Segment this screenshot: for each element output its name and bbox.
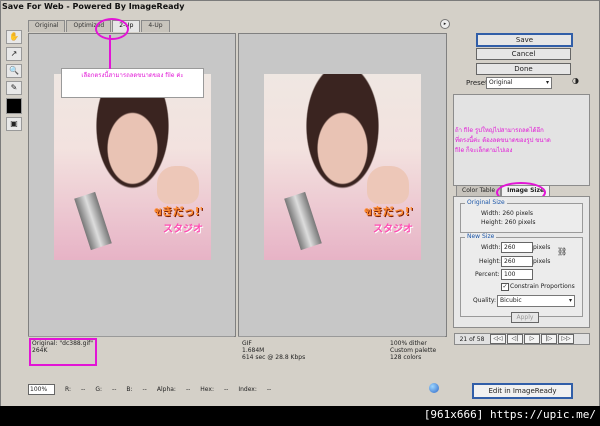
image-overlay-text-1: ขきだっ!' bbox=[364, 205, 413, 218]
highlight-box-original bbox=[29, 338, 97, 366]
annotation-right-line-1: ถ้า file รูปใหญ่ไปสามารถลดได้อีก bbox=[455, 127, 544, 134]
green-label: G: bbox=[95, 385, 103, 393]
colors-text: 128 colors bbox=[390, 354, 422, 361]
hex-label: Hex: bbox=[200, 385, 214, 393]
original-width: Width: 260 pixels bbox=[481, 210, 534, 217]
last-frame-icon[interactable]: ▷▷ bbox=[558, 334, 574, 344]
annotation-pointer-line bbox=[109, 35, 111, 69]
green-value: -- bbox=[112, 385, 117, 393]
annotation-right: ถ้า file รูปใหญ่ไปสามารถลดได้อีก ที่ตรงน… bbox=[455, 126, 586, 166]
image-size-panel: Original Size Width: 260 pixels Height: … bbox=[453, 196, 590, 328]
done-button[interactable]: Done bbox=[476, 63, 571, 75]
save-button[interactable]: Save bbox=[476, 33, 573, 47]
dither-text: 100% dither bbox=[390, 340, 427, 347]
index-label: Index: bbox=[238, 385, 257, 393]
edit-in-imageready-button[interactable]: Edit in ImageReady bbox=[472, 383, 573, 399]
status-bar: 100% R: -- G: -- B: -- Alpha: -- Hex: --… bbox=[28, 383, 458, 395]
height-input[interactable]: 260 bbox=[501, 256, 533, 267]
format-text: GIF bbox=[242, 340, 252, 347]
image-overlay-text-2: スタジオ bbox=[163, 224, 203, 235]
constrain-proportions-label: Constrain Proportions bbox=[510, 283, 575, 290]
panel-menu-icon[interactable]: ▸ bbox=[440, 19, 450, 29]
percent-input[interactable]: 100 bbox=[501, 269, 533, 280]
hand-image-part bbox=[367, 166, 409, 204]
blue-label: B: bbox=[126, 385, 133, 393]
image-overlay-text-2: スタジオ bbox=[373, 224, 413, 235]
hand-tool-icon[interactable]: ✋ bbox=[6, 30, 22, 44]
foreground-swatch-icon[interactable] bbox=[6, 98, 22, 114]
constrain-proportions-checkbox[interactable]: ✓ bbox=[501, 283, 509, 291]
annotation-right-line-3: file ก็จะเล็กตามไปเอง bbox=[455, 147, 513, 154]
optimized-size: 1.684M bbox=[242, 347, 265, 354]
download-time: 614 sec @ 28.8 Kbps bbox=[242, 354, 306, 361]
tool-palette: ✋ ↗ 🔍 ✎ ▣ bbox=[6, 30, 22, 131]
previous-frame-icon[interactable]: ◁| bbox=[507, 334, 523, 344]
new-size-group: New Size Width: 260 pixels Height: 260 p… bbox=[460, 233, 583, 317]
optimized-info: GIF 1.684M 614 sec @ 28.8 Kbps 100% dith… bbox=[238, 336, 445, 367]
preset-row: Preset: Original ▾ ◑ bbox=[466, 76, 590, 91]
original-size-legend: Original Size bbox=[465, 199, 507, 206]
height-label: Height: bbox=[479, 258, 501, 265]
zoom-value: 100% bbox=[30, 385, 48, 393]
preset-select[interactable]: Original ▾ bbox=[486, 77, 552, 89]
quality-label: Quality: bbox=[473, 297, 497, 304]
hand-image-part bbox=[157, 166, 199, 204]
preset-menu-icon[interactable]: ◑ bbox=[572, 76, 579, 85]
cancel-button[interactable]: Cancel bbox=[476, 48, 571, 60]
quality-select[interactable]: Bicubic ▾ bbox=[497, 295, 575, 307]
zoom-tool-icon[interactable]: 🔍 bbox=[6, 64, 22, 78]
hex-value: -- bbox=[223, 385, 229, 393]
original-height: Height: 260 pixels bbox=[481, 219, 536, 226]
height-unit: pixels bbox=[533, 258, 551, 265]
preset-value: Original bbox=[489, 79, 513, 86]
microphone-image-part bbox=[284, 191, 322, 251]
tab-4-up[interactable]: 4-Up bbox=[141, 20, 170, 32]
percent-label: Percent: bbox=[475, 271, 500, 278]
watermark-text: [961x666] https://upic.me/ bbox=[423, 408, 596, 421]
image-overlay-text-1: ขきだっ!' bbox=[154, 205, 203, 218]
width-input[interactable]: 260 bbox=[501, 242, 533, 253]
apply-button[interactable]: Apply bbox=[511, 312, 539, 323]
eyedropper-tool-icon[interactable]: ✎ bbox=[6, 81, 22, 95]
next-frame-icon[interactable]: |▷ bbox=[541, 334, 557, 344]
red-label: R: bbox=[65, 385, 72, 393]
annotation-right-line-2: ที่ตรงนี้ค่ะ ต้องลดขนาดของรูป ขนาด bbox=[455, 137, 551, 144]
tab-color-table[interactable]: Color Table bbox=[456, 185, 502, 196]
optimized-image-preview: ขきだっ!' スタジオ bbox=[264, 74, 421, 260]
chevron-down-icon: ▾ bbox=[568, 297, 572, 304]
width-label: Width: bbox=[481, 244, 501, 251]
link-icon: ⛓ bbox=[557, 247, 568, 256]
chevron-down-icon: ▾ bbox=[545, 79, 549, 86]
red-value: -- bbox=[81, 385, 86, 393]
width-unit: pixels bbox=[533, 244, 551, 251]
quality-value: Bicubic bbox=[500, 297, 522, 304]
tab-original[interactable]: Original bbox=[28, 20, 66, 32]
index-value: -- bbox=[266, 385, 272, 393]
slice-select-tool-icon[interactable]: ↗ bbox=[6, 47, 22, 61]
alpha-label: Alpha: bbox=[156, 385, 176, 393]
blue-value: -- bbox=[142, 385, 147, 393]
original-image-preview: ขきだっ!' スタジオ bbox=[54, 74, 211, 260]
original-size-group: Original Size Width: 260 pixels Height: … bbox=[460, 199, 583, 233]
microphone-image-part bbox=[74, 191, 112, 251]
animation-controls: 21 of 58 ◁◁ ◁| ▷ |▷ ▷▷ bbox=[454, 333, 590, 345]
annotation-left: เลือกตรงนี้สามารถลดขนาดของ file ค่ะ bbox=[61, 68, 204, 98]
palette-text: Custom palette bbox=[390, 347, 437, 354]
highlight-ring-tabs bbox=[95, 18, 129, 40]
toggle-slices-icon[interactable]: ▣ bbox=[6, 117, 22, 131]
new-size-legend: New Size bbox=[465, 233, 497, 240]
frame-counter: 21 of 58 bbox=[459, 335, 485, 343]
window-title: Save For Web - Powered By ImageReady bbox=[2, 2, 185, 11]
zoom-select[interactable]: 100% bbox=[28, 383, 55, 395]
alpha-value: -- bbox=[185, 385, 191, 393]
play-icon[interactable]: ▷ bbox=[524, 334, 540, 344]
browser-preview-icon[interactable] bbox=[429, 383, 439, 393]
first-frame-icon[interactable]: ◁◁ bbox=[490, 334, 506, 344]
